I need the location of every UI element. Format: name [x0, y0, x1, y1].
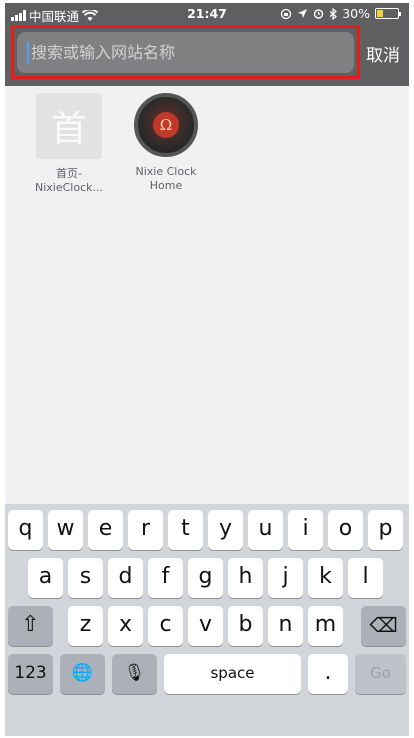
bookmark-label-line2: Home — [149, 179, 183, 192]
cancel-button[interactable]: 取消 — [361, 41, 405, 66]
key-g[interactable]: g — [188, 558, 223, 598]
key-r[interactable]: r — [128, 510, 163, 550]
bookmark-label-line2: NixieClock... — [35, 181, 103, 194]
key-t[interactable]: t — [168, 510, 203, 550]
screen: 中国联通 21:47 30% 搜索或输入网站名称 取消 首 首页- NixieC… — [5, 3, 409, 736]
key-c[interactable]: c — [148, 606, 183, 646]
text-cursor — [27, 42, 29, 63]
key-z[interactable]: z — [68, 606, 103, 646]
key-k[interactable]: k — [308, 558, 343, 598]
status-right: 30% — [280, 6, 401, 21]
key-j[interactable]: j — [268, 558, 303, 598]
key-a[interactable]: a — [28, 558, 63, 598]
browser-header: 中国联通 21:47 30% 搜索或输入网站名称 取消 — [5, 3, 409, 86]
bookmark-label: 首页- NixieClock... — [26, 167, 112, 195]
key-w[interactable]: w — [48, 510, 83, 550]
status-bar: 中国联通 21:47 30% — [5, 3, 409, 25]
omega-icon: Ω — [153, 112, 179, 138]
bookmark-label-line1: Nixie Clock — [135, 165, 197, 178]
key-s[interactable]: s — [68, 558, 103, 598]
shift-icon[interactable]: ⇧ — [8, 606, 53, 646]
go-key[interactable]: Go — [355, 654, 406, 694]
key-o[interactable]: o — [328, 510, 363, 550]
bookmark-label: Nixie Clock Home — [123, 165, 209, 193]
delete-icon[interactable]: ⌫ — [361, 606, 406, 646]
key-l[interactable]: l — [348, 558, 383, 598]
search-input[interactable] — [31, 38, 341, 67]
key-i[interactable]: i — [288, 510, 323, 550]
key-h[interactable]: h — [228, 558, 263, 598]
key-e[interactable]: e — [88, 510, 123, 550]
key-u[interactable]: u — [248, 510, 283, 550]
bookmark-homepage[interactable]: 首 首页- NixieClock... — [26, 93, 112, 195]
key-y[interactable]: y — [208, 510, 243, 550]
key-d[interactable]: d — [108, 558, 143, 598]
bookmark-label-line1: 首页- — [56, 167, 82, 180]
nixie-clock-app-icon: Ω — [134, 93, 198, 157]
key-v[interactable]: v — [188, 606, 223, 646]
on-screen-keyboard: 123 🌐 🎙 space . Go ⇧ ⌫ qwertyuiop asdfghj… — [5, 504, 409, 736]
space-key[interactable]: space — [164, 654, 301, 694]
key-n[interactable]: n — [268, 606, 303, 646]
key-q[interactable]: q — [8, 510, 43, 550]
bluetooth-icon — [329, 7, 338, 20]
numbers-key[interactable]: 123 — [8, 654, 53, 694]
key-x[interactable]: x — [108, 606, 143, 646]
globe-icon[interactable]: 🌐 — [60, 654, 105, 694]
key-b[interactable]: b — [228, 606, 263, 646]
location-icon — [298, 9, 308, 18]
key-p[interactable]: p — [368, 510, 403, 550]
battery-percent: 30% — [342, 6, 370, 21]
bookmark-tile-icon: 首 — [36, 93, 102, 159]
search-bar[interactable] — [17, 32, 354, 73]
battery-fill — [377, 10, 383, 17]
rotation-lock-icon — [281, 8, 292, 19]
battery-icon — [375, 8, 401, 19]
period-key[interactable]: . — [308, 654, 348, 694]
key-m[interactable]: m — [308, 606, 343, 646]
microphone-icon[interactable]: 🎙 — [112, 654, 157, 694]
key-f[interactable]: f — [148, 558, 183, 598]
alarm-icon — [314, 9, 324, 19]
bookmark-nixie-clock-home[interactable]: Ω Nixie Clock Home — [123, 93, 209, 193]
